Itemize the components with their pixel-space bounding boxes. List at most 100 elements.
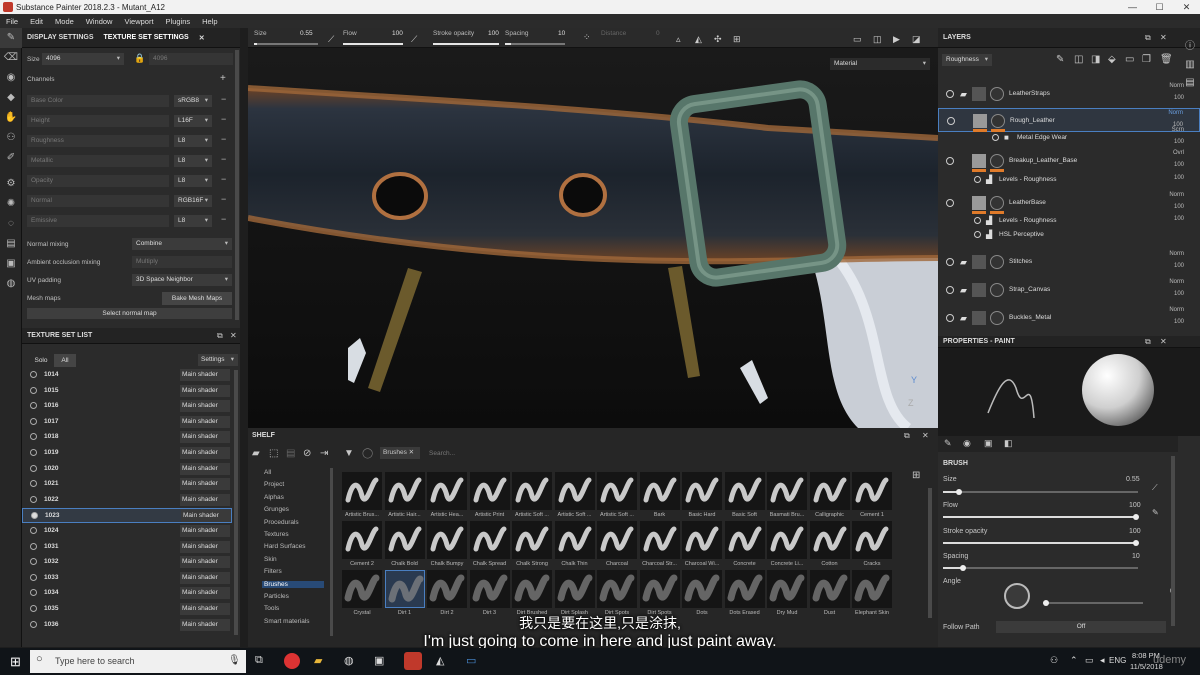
texture-set-visibility-radio[interactable]: [30, 542, 37, 550]
settings-gear-icon[interactable]: ⚙: [0, 174, 22, 194]
brush-thumbnail[interactable]: [342, 570, 382, 608]
layer-row[interactable]: ■ Metal Edge Wear Scrn 100: [938, 127, 1200, 145]
texture-set-scrollbar[interactable]: [234, 370, 238, 635]
props-close-icon[interactable]: ✕: [1160, 337, 1167, 346]
menu-mode[interactable]: Mode: [49, 17, 80, 26]
channel-format[interactable]: sRGB8: [174, 95, 212, 107]
close-button[interactable]: ✕: [1173, 0, 1200, 14]
layer-visibility-icon[interactable]: [946, 286, 954, 294]
brush-thumbnail[interactable]: [809, 521, 850, 559]
brush-thumbnail[interactable]: [682, 521, 722, 559]
shader-select[interactable]: Main shader: [180, 400, 230, 413]
ao-mixing-select[interactable]: Multiply: [132, 256, 232, 268]
brush-thumbnail[interactable]: [427, 472, 467, 510]
channel-name[interactable]: Emissive: [27, 215, 169, 227]
shader-select[interactable]: Main shader: [180, 462, 230, 475]
brush-thumbnail[interactable]: [512, 521, 552, 559]
tray-chevron-icon[interactable]: ⌃: [1070, 655, 1078, 666]
clone-icon[interactable]: ⚇: [0, 128, 22, 148]
shelf-category-project[interactable]: Project: [264, 481, 284, 488]
toolbar-flow-slider[interactable]: [343, 43, 403, 45]
shader-select[interactable]: Main shader: [180, 556, 230, 569]
lazy-mouse-icon[interactable]: ⁘: [583, 32, 591, 43]
shader-select[interactable]: Main shader: [180, 478, 230, 491]
brush-thumbnail[interactable]: [767, 521, 807, 559]
uv-padding-select[interactable]: 3D Space Neighbor: [132, 274, 232, 286]
substance-painter-taskbar-icon[interactable]: [404, 652, 422, 670]
brush-thumbnail[interactable]: [384, 570, 425, 608]
brush-thumbnail[interactable]: [852, 521, 892, 559]
camera-app-icon[interactable]: ▣: [374, 654, 384, 667]
angle-dial[interactable]: [1004, 583, 1030, 609]
photos-icon[interactable]: ◭: [436, 654, 444, 667]
layer-visibility-icon[interactable]: [946, 199, 954, 207]
texture-set-row[interactable]: 1031 Main shader: [22, 540, 232, 555]
channel-format[interactable]: RGB16F: [174, 195, 212, 207]
video-icon[interactable]: ▶: [893, 34, 900, 45]
taskbar-language[interactable]: ENG: [1109, 656, 1126, 665]
shelf-category-particles[interactable]: Particles: [264, 593, 289, 600]
texture-set-visibility-radio[interactable]: [30, 573, 37, 581]
shader-select[interactable]: Main shader: [180, 493, 230, 506]
add-effect-icon[interactable]: ✎: [1056, 54, 1064, 65]
circle-icon[interactable]: ◯: [362, 448, 373, 459]
left-panel-scrollbar[interactable]: [235, 50, 239, 320]
info-icon[interactable]: ⓘ: [1180, 38, 1200, 56]
size-height-field[interactable]: 4096: [149, 53, 233, 65]
brush-thumbnail[interactable]: [767, 472, 807, 510]
channel-format[interactable]: L16F: [174, 115, 212, 127]
brush-thumbnail[interactable]: [554, 521, 595, 559]
add-folder-icon[interactable]: ▭: [1125, 54, 1134, 65]
texture-set-row[interactable]: 1023 Main shader: [22, 508, 232, 524]
delete-layer-icon[interactable]: 🗑: [1160, 54, 1173, 65]
camera-icon[interactable]: ▭: [853, 34, 862, 45]
texture-set-row[interactable]: 1024 Main shader: [22, 524, 232, 539]
brush-thumbnail[interactable]: [597, 472, 637, 510]
brush-thumbnail[interactable]: [554, 570, 595, 608]
history-icon[interactable]: ▥: [1180, 56, 1200, 74]
layer-opacity[interactable]: 100: [1174, 291, 1184, 297]
brush-thumbnail[interactable]: [639, 472, 680, 510]
remove-channel-button[interactable]: −: [221, 94, 226, 104]
tab-display-settings[interactable]: DISPLAY SETTINGS: [22, 34, 99, 41]
shelf-search-input[interactable]: Search...: [429, 450, 455, 457]
brush-thumbnail[interactable]: [639, 570, 680, 608]
remove-channel-button[interactable]: −: [221, 214, 226, 224]
log-icon[interactable]: ▤: [0, 234, 22, 254]
shelf-category-filters[interactable]: Filters: [264, 568, 282, 575]
texture-set-row[interactable]: 1033 Main shader: [22, 571, 232, 586]
menu-edit[interactable]: Edit: [24, 17, 49, 26]
shelf-category-tools[interactable]: Tools: [264, 605, 279, 612]
brush-thumbnail[interactable]: [809, 570, 850, 608]
channel-name[interactable]: Metallic: [27, 155, 169, 167]
prop-spacing-slider[interactable]: [943, 565, 1138, 571]
brush-thumbnail[interactable]: [852, 472, 892, 510]
props-scrollbar[interactable]: [1171, 456, 1175, 626]
brush-thumbnail[interactable]: [469, 570, 510, 608]
layer-row[interactable]: Breakup_Leather_Base Ovrl 100: [938, 150, 1200, 172]
effect-visibility-icon[interactable]: [974, 176, 981, 183]
layer-channel-select[interactable]: Roughness: [942, 54, 992, 66]
layer-blend-mode[interactable]: Scrn: [1172, 127, 1184, 133]
layer-blend-mode[interactable]: Norm: [1169, 307, 1184, 313]
shader-select[interactable]: Main shader: [181, 510, 231, 523]
layer-visibility-icon[interactable]: [947, 117, 955, 125]
shader-select[interactable]: Main shader: [180, 587, 230, 600]
filter-icon[interactable]: ▼: [344, 448, 354, 459]
texture-set-visibility-radio[interactable]: [30, 605, 37, 612]
sun-icon[interactable]: ✺: [0, 194, 22, 214]
layer-visibility-icon[interactable]: [946, 90, 954, 98]
task-view-icon[interactable]: ⧉: [255, 654, 263, 667]
texture-set-visibility-radio[interactable]: [30, 402, 37, 410]
grid-snap-icon[interactable]: ⊞: [733, 34, 741, 45]
channel-name[interactable]: Opacity: [27, 175, 169, 187]
brush-thumbnail[interactable]: [724, 521, 765, 559]
select-normal-map-button[interactable]: Select normal map: [27, 308, 232, 319]
texture-set-row[interactable]: 1017 Main shader: [22, 415, 232, 430]
shelf-undock-icon[interactable]: ⧉: [904, 431, 910, 441]
symmetry-icon[interactable]: ▵: [676, 34, 681, 45]
layer-blend-mode[interactable]: Norm: [1169, 279, 1184, 285]
layer-opacity[interactable]: 100: [1174, 319, 1184, 325]
split-view-icon[interactable]: ◪: [912, 34, 921, 45]
channel-format[interactable]: L8: [174, 155, 212, 167]
